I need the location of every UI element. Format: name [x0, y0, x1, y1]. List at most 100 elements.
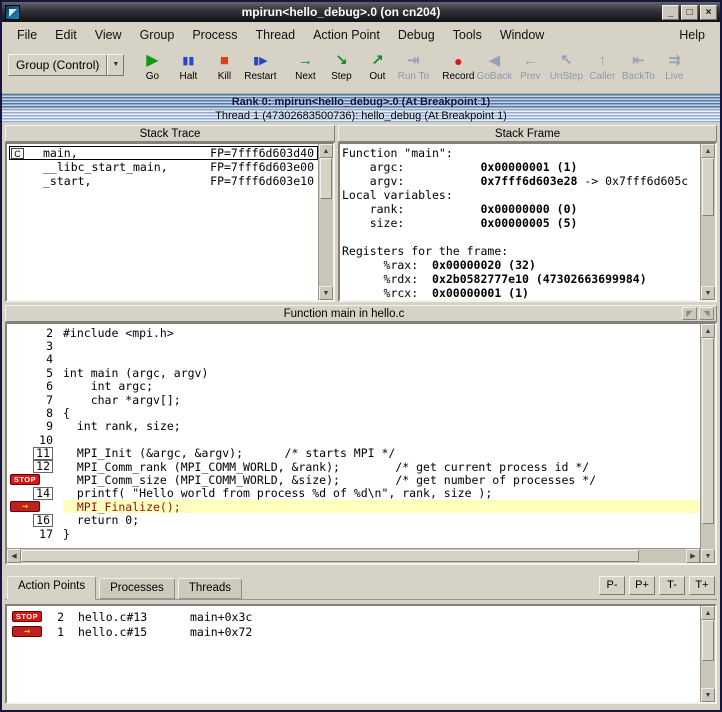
variable-line[interactable]: argv: 0x7fff6d603e28 -> 0x7fff6d605c [342, 174, 700, 188]
variable-line[interactable]: size: 0x00000005 (5) [342, 216, 700, 230]
scrollbar-track[interactable] [701, 620, 715, 688]
scrollbar-track[interactable] [319, 158, 333, 286]
restart-button[interactable]: ▮▶ Restart [242, 50, 278, 90]
go-button[interactable]: ▶ Go [134, 50, 170, 90]
thread-minus-button[interactable]: T- [659, 576, 685, 595]
scroll-up-button[interactable]: ▲ [319, 144, 333, 158]
live-button[interactable]: ⇉ Live [656, 50, 692, 90]
redive-button[interactable]: ◥ [699, 307, 714, 320]
menu-window[interactable]: Window [491, 24, 553, 46]
scroll-down-button[interactable]: ▼ [701, 549, 715, 563]
live-icon: ⇉ [668, 52, 681, 70]
tab-action-points[interactable]: Action Points [7, 576, 96, 600]
menu-debug[interactable]: Debug [389, 24, 444, 46]
prev-button[interactable]: ← Prev [512, 50, 548, 90]
minimize-button[interactable]: _ [662, 5, 679, 20]
out-button[interactable]: ↗ Out [359, 50, 395, 90]
action-point-row[interactable]: → 1 hello.c#15 main+0x72 [10, 624, 700, 639]
close-button[interactable]: × [700, 5, 717, 20]
scrollbar-thumb[interactable] [702, 338, 714, 524]
menu-help[interactable]: Help [670, 24, 714, 46]
process-plus-button[interactable]: P+ [629, 576, 655, 595]
stack-frame-row[interactable]: _start, FP=7fff6d603e10 [9, 174, 318, 188]
maximize-button[interactable]: □ [681, 5, 698, 20]
line-gutter[interactable]: 12 [7, 460, 63, 473]
step-button[interactable]: ↘ Step [323, 50, 359, 90]
line-gutter[interactable]: 2 [7, 326, 63, 339]
scrollbar-track[interactable] [701, 338, 715, 549]
next-button[interactable]: → Next [287, 50, 323, 90]
program-counter-arrow-icon[interactable]: → [10, 501, 40, 512]
menu-file[interactable]: File [8, 24, 46, 46]
line-gutter[interactable]: 10 [7, 433, 63, 446]
group-selector-dropdown[interactable]: Group (Control) ▼ [8, 54, 124, 76]
thread-plus-button[interactable]: T+ [689, 576, 715, 595]
action-point-row[interactable]: STOP 2 hello.c#13 main+0x3c [10, 609, 700, 624]
line-gutter[interactable]: 8 [7, 406, 63, 419]
line-gutter[interactable]: 16 [7, 513, 63, 526]
goback-button[interactable]: ◀ GoBack [476, 50, 512, 90]
horizontal-scrollbar[interactable]: ◀ ▶ [7, 548, 700, 563]
vertical-scrollbar[interactable]: ▲ ▼ [700, 144, 715, 300]
stack-frame-row[interactable]: __libc_start_main, FP=7fff6d603e00 [9, 160, 318, 174]
scrollbar-thumb[interactable] [702, 158, 714, 216]
frame-info-line[interactable]: Function "main": [342, 146, 700, 160]
unstep-button[interactable]: ↖ UnStep [548, 50, 584, 90]
line-gutter[interactable]: 14 [7, 487, 63, 500]
scroll-down-button[interactable]: ▼ [701, 286, 715, 300]
menu-edit[interactable]: Edit [46, 24, 86, 46]
line-gutter[interactable]: 4 [7, 353, 63, 366]
scrollbar-track[interactable] [21, 549, 686, 563]
close-icon: × [706, 7, 712, 18]
scroll-up-button[interactable]: ▲ [701, 144, 715, 158]
line-gutter[interactable]: 17 [7, 527, 63, 540]
vertical-scrollbar[interactable]: ▲ ▼ [318, 144, 333, 300]
kill-button[interactable]: ■ Kill [206, 50, 242, 90]
scroll-left-button[interactable]: ◀ [7, 549, 21, 563]
breakpoint-stop-icon[interactable]: STOP [10, 474, 40, 485]
line-gutter[interactable]: 9 [7, 420, 63, 433]
undive-button[interactable]: ◤ [682, 307, 697, 320]
process-minus-button[interactable]: P- [599, 576, 625, 595]
tab-threads[interactable]: Threads [178, 578, 242, 599]
menu-view[interactable]: View [86, 24, 131, 46]
record-button[interactable]: ● Record [440, 50, 476, 90]
scrollbar-thumb[interactable] [702, 620, 714, 661]
menu-thread[interactable]: Thread [246, 24, 304, 46]
line-gutter[interactable]: → [7, 500, 63, 513]
scrollbar-track[interactable] [701, 158, 715, 286]
tab-processes[interactable]: Processes [99, 578, 175, 599]
menu-process[interactable]: Process [183, 24, 246, 46]
source-line: 10 [7, 433, 700, 446]
menu-group[interactable]: Group [131, 24, 184, 46]
variable-line[interactable]: rank: 0x00000000 (0) [342, 202, 700, 216]
scrollbar-thumb[interactable] [320, 158, 332, 199]
frame-info-line[interactable]: Local variables: [342, 188, 700, 202]
variable-line[interactable]: argc: 0x00000001 (1) [342, 160, 700, 174]
scroll-up-icon: ▲ [323, 148, 330, 155]
line-gutter[interactable]: STOP [7, 473, 63, 486]
menu-action-point[interactable]: Action Point [304, 24, 389, 46]
scroll-up-button[interactable]: ▲ [701, 324, 715, 338]
line-gutter[interactable]: 3 [7, 339, 63, 352]
halt-button[interactable]: ▮▮ Halt [170, 50, 206, 90]
line-gutter[interactable]: 6 [7, 380, 63, 393]
scroll-down-button[interactable]: ▼ [701, 688, 715, 702]
line-gutter[interactable]: 7 [7, 393, 63, 406]
scroll-down-button[interactable]: ▼ [319, 286, 333, 300]
scroll-right-button[interactable]: ▶ [686, 549, 700, 563]
register-line[interactable]: %rdx: 0x2b0582777e10 (47302663699984) [342, 272, 700, 286]
caller-button[interactable]: ↑ Caller [584, 50, 620, 90]
line-gutter[interactable]: 5 [7, 366, 63, 379]
register-line[interactable]: %rcx: 0x00000001 (1) [342, 286, 700, 300]
line-gutter[interactable]: 11 [7, 447, 63, 460]
scrollbar-thumb[interactable] [21, 550, 639, 562]
vertical-scrollbar[interactable]: ▲ ▼ [700, 606, 715, 702]
vertical-scrollbar[interactable]: ▲ ▼ [700, 324, 715, 563]
menu-tools[interactable]: Tools [444, 24, 491, 46]
run-to-button[interactable]: ⇥ Run To [395, 50, 431, 90]
register-line[interactable]: %rax: 0x00000020 (32) [342, 258, 700, 272]
stack-frame-row[interactable]: C main, FP=7fff6d603d40 [9, 146, 318, 160]
scroll-up-button[interactable]: ▲ [701, 606, 715, 620]
backto-button[interactable]: ⇤ BackTo [620, 50, 656, 90]
